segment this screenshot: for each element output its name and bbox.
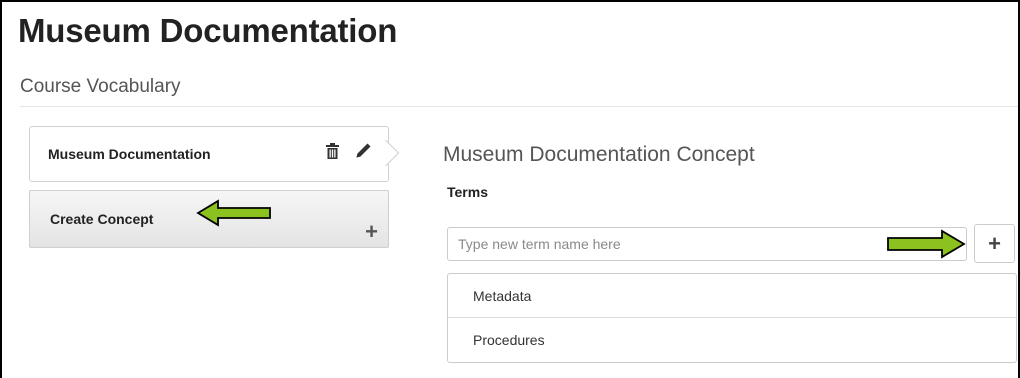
terms-label: Terms [447, 184, 488, 200]
term-label: Procedures [473, 332, 545, 348]
page-title: Museum Documentation [18, 12, 398, 49]
concept-name: Museum Documentation [48, 146, 211, 162]
plus-icon: + [365, 219, 378, 244]
frame-border-top [0, 0, 1020, 2]
title-divider [20, 106, 1018, 107]
concept-actions [326, 142, 372, 164]
concept-heading: Museum Documentation Concept [443, 143, 755, 166]
term-item[interactable]: Metadata [448, 274, 1016, 318]
trash-icon[interactable] [326, 142, 339, 164]
add-term-button[interactable]: + [974, 224, 1015, 263]
annotation-arrow-left [196, 199, 271, 227]
create-concept-label: Create Concept [50, 211, 154, 227]
term-list: Metadata Procedures [447, 273, 1017, 363]
plus-icon: + [988, 230, 1001, 256]
selected-pointer [385, 140, 407, 166]
pencil-icon[interactable] [355, 142, 372, 164]
term-item[interactable]: Procedures [448, 318, 1016, 362]
frame-border-left [0, 0, 2, 378]
page-subtitle: Course Vocabulary [20, 76, 181, 97]
concept-card[interactable]: Museum Documentation [29, 126, 389, 182]
annotation-arrow-right [887, 229, 966, 259]
term-label: Metadata [473, 287, 532, 304]
